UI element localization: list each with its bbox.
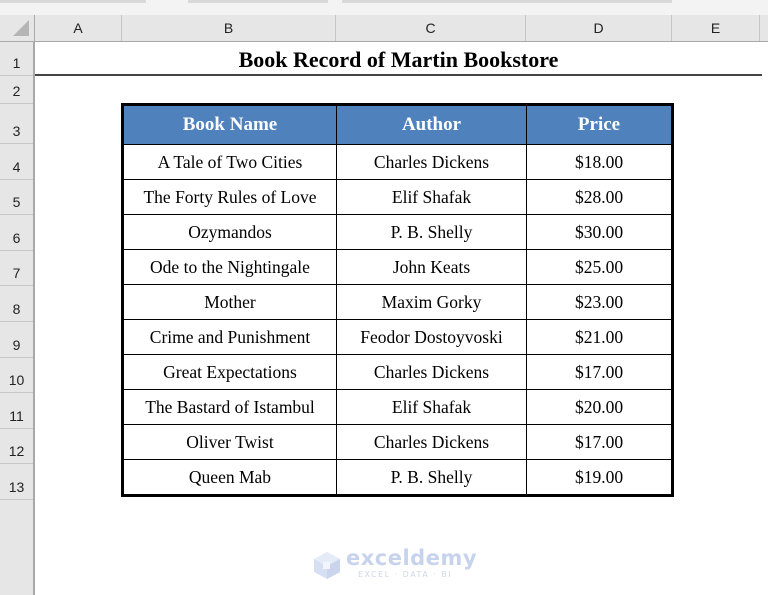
- column-header-c[interactable]: C: [336, 15, 526, 41]
- table-row: Queen Mab P. B. Shelly $19.00: [122, 459, 673, 496]
- watermark-name: exceldemy: [346, 546, 478, 570]
- table-row: Great Expectations Charles Dickens $17.0…: [122, 354, 673, 390]
- table-row: Mother Maxim Gorky $23.00: [122, 284, 673, 320]
- table-row: The Bastard of Istambul Elif Shafak $20.…: [122, 389, 673, 425]
- cell-author[interactable]: Maxim Gorky: [336, 284, 527, 320]
- cell-price[interactable]: $28.00: [526, 179, 673, 215]
- row-header-10[interactable]: 10: [0, 358, 33, 394]
- cell-author[interactable]: P. B. Shelly: [336, 214, 527, 250]
- cell-price[interactable]: $25.00: [526, 249, 673, 285]
- cell-price[interactable]: $23.00: [526, 284, 673, 320]
- cell-author[interactable]: Elif Shafak: [336, 179, 527, 215]
- row-header-5[interactable]: 5: [0, 180, 33, 216]
- table-row: The Forty Rules of Love Elif Shafak $28.…: [122, 179, 673, 215]
- row-header-9[interactable]: 9: [0, 322, 33, 358]
- cell-price[interactable]: $30.00: [526, 214, 673, 250]
- row-header-12[interactable]: 12: [0, 429, 33, 465]
- watermark-tagline: EXCEL · DATA · BI: [358, 570, 453, 579]
- cell-book-name[interactable]: Queen Mab: [122, 459, 337, 496]
- column-header-e[interactable]: E: [672, 15, 760, 41]
- row-header-3[interactable]: 3: [0, 104, 33, 144]
- cell-author[interactable]: Feodor Dostoyvoski: [336, 319, 527, 355]
- sheet-title[interactable]: Book Record of Martin Bookstore: [35, 42, 762, 76]
- header-price[interactable]: Price: [526, 104, 673, 145]
- cell-book-name[interactable]: Mother: [122, 284, 337, 320]
- cell-book-name[interactable]: Ozymandos: [122, 214, 337, 250]
- cell-book-name[interactable]: The Bastard of Istambul: [122, 389, 337, 425]
- row-header-7[interactable]: 7: [0, 251, 33, 287]
- cell-author[interactable]: P. B. Shelly: [336, 459, 527, 496]
- cell-author[interactable]: Charles Dickens: [336, 144, 527, 180]
- cell-author[interactable]: Charles Dickens: [336, 354, 527, 390]
- cell-price[interactable]: $20.00: [526, 389, 673, 425]
- book-record-table: Book Name Author Price A Tale of Two Cit…: [121, 103, 674, 497]
- header-book-name[interactable]: Book Name: [122, 104, 337, 145]
- cell-price[interactable]: $18.00: [526, 144, 673, 180]
- cell-price[interactable]: $17.00: [526, 424, 673, 460]
- row-header-1[interactable]: 1: [0, 42, 33, 76]
- toolbar-strip: [0, 0, 768, 15]
- header-author[interactable]: Author: [336, 104, 527, 145]
- cell-author[interactable]: John Keats: [336, 249, 527, 285]
- table-row: Crime and Punishment Feodor Dostoyvoski …: [122, 319, 673, 355]
- toolbar-segment: [342, 0, 672, 3]
- row-header-11[interactable]: 11: [0, 393, 33, 429]
- cell-price[interactable]: $19.00: [526, 459, 673, 496]
- table-header-row: Book Name Author Price: [122, 104, 673, 145]
- toolbar-segment: [0, 0, 146, 3]
- select-all-button[interactable]: [0, 15, 35, 42]
- column-header-d[interactable]: D: [526, 15, 672, 41]
- row-header-2[interactable]: 2: [0, 76, 33, 104]
- column-header-a[interactable]: A: [35, 15, 122, 41]
- table-row: Oliver Twist Charles Dickens $17.00: [122, 424, 673, 460]
- cell-book-name[interactable]: A Tale of Two Cities: [122, 144, 337, 180]
- cell-book-name[interactable]: Crime and Punishment: [122, 319, 337, 355]
- exceldemy-watermark: exceldemy EXCEL · DATA · BI: [312, 546, 477, 584]
- row-header-bar: 1 2 3 4 5 6 7 8 9 10 11 12 13: [0, 42, 35, 595]
- cell-author[interactable]: Elif Shafak: [336, 389, 527, 425]
- cell-price[interactable]: $21.00: [526, 319, 673, 355]
- select-all-icon: [13, 20, 29, 36]
- cell-book-name[interactable]: Oliver Twist: [122, 424, 337, 460]
- exceldemy-logo-icon: [314, 552, 340, 579]
- cell-author[interactable]: Charles Dickens: [336, 424, 527, 460]
- row-header-4[interactable]: 4: [0, 144, 33, 180]
- row-header-6[interactable]: 6: [0, 215, 33, 251]
- column-header-bar: A B C D E: [35, 15, 768, 42]
- cell-book-name[interactable]: Great Expectations: [122, 354, 337, 390]
- table-row: A Tale of Two Cities Charles Dickens $18…: [122, 144, 673, 180]
- table-row: Ode to the Nightingale John Keats $25.00: [122, 249, 673, 285]
- toolbar-segment: [188, 0, 328, 3]
- row-header-8[interactable]: 8: [0, 286, 33, 322]
- row-header-13[interactable]: 13: [0, 464, 33, 500]
- table-row: Ozymandos P. B. Shelly $30.00: [122, 214, 673, 250]
- cell-price[interactable]: $17.00: [526, 354, 673, 390]
- cell-book-name[interactable]: The Forty Rules of Love: [122, 179, 337, 215]
- column-header-b[interactable]: B: [122, 15, 336, 41]
- cell-book-name[interactable]: Ode to the Nightingale: [122, 249, 337, 285]
